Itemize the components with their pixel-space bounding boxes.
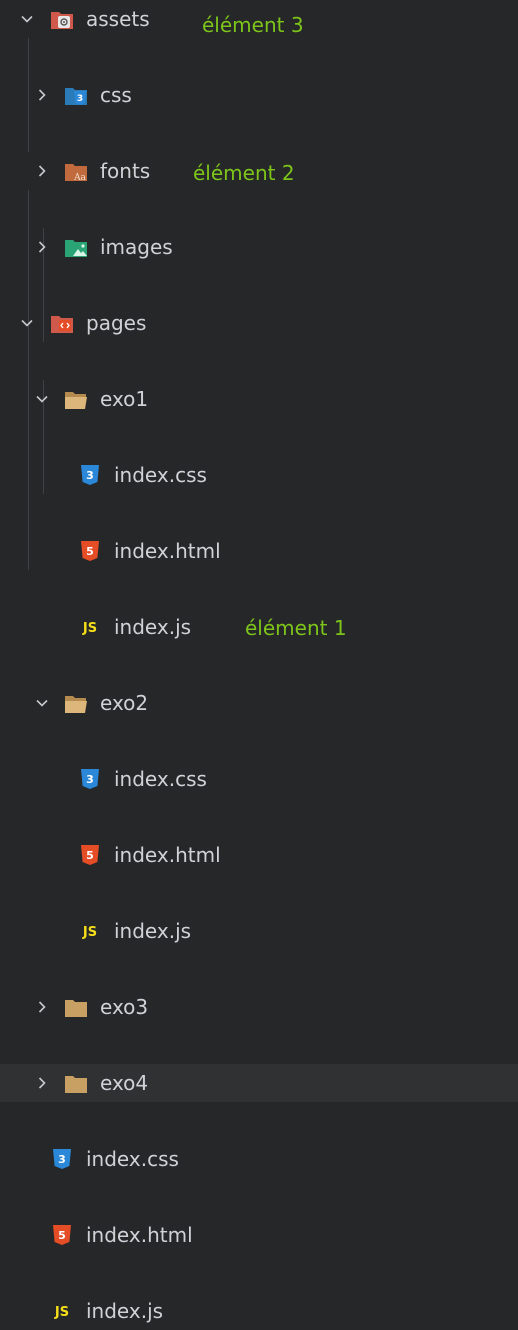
js-file-icon: JS xyxy=(50,1300,74,1322)
file-label: index.html xyxy=(114,843,221,867)
html-file-icon: 5 xyxy=(50,1224,74,1246)
chevron-right-icon[interactable] xyxy=(36,241,48,253)
chevron-right-icon[interactable] xyxy=(36,165,48,177)
file-explorer-tree: assets 3 css Aa fonts images pages exo1 … xyxy=(0,0,518,1323)
folder-row-exo3[interactable]: exo3 xyxy=(0,988,518,1026)
file-row-exo2-js[interactable]: JS index.js xyxy=(0,912,518,950)
folder-row-exo1[interactable]: exo1 xyxy=(0,380,518,418)
file-row-exo1-css[interactable]: 3 index.css xyxy=(0,456,518,494)
folder-label: css xyxy=(100,83,132,107)
css-file-icon: 3 xyxy=(50,1148,74,1170)
folder-row-images[interactable]: images xyxy=(0,228,518,266)
folder-icon xyxy=(64,1072,88,1094)
chevron-down-icon[interactable] xyxy=(36,697,48,709)
file-label: index.css xyxy=(114,463,207,487)
folder-open-icon xyxy=(64,388,88,410)
svg-text:JS: JS xyxy=(82,621,97,636)
folder-label: exo4 xyxy=(100,1071,149,1095)
chevron-right-icon[interactable] xyxy=(36,1001,48,1013)
svg-text:5: 5 xyxy=(58,1229,66,1242)
folder-label: fonts xyxy=(100,159,151,183)
file-row-exo2-html[interactable]: 5 index.html xyxy=(0,836,518,874)
folder-label: exo3 xyxy=(100,995,149,1019)
chevron-right-icon[interactable] xyxy=(36,89,48,101)
folder-row-exo2[interactable]: exo2 xyxy=(0,684,518,722)
svg-text:3: 3 xyxy=(86,469,94,482)
css-file-icon: 3 xyxy=(78,464,102,486)
folder-row-pages[interactable]: pages xyxy=(0,304,518,342)
file-row-exo1-html[interactable]: 5 index.html xyxy=(0,532,518,570)
file-label: index.js xyxy=(86,1299,164,1323)
svg-text:3: 3 xyxy=(77,94,83,104)
annotation-element-2: élément 2 xyxy=(193,161,295,185)
svg-text:5: 5 xyxy=(86,545,94,558)
chevron-down-icon[interactable] xyxy=(21,13,33,25)
svg-text:Aa: Aa xyxy=(73,173,86,182)
folder-icon xyxy=(64,996,88,1018)
file-row-root-html[interactable]: 5 index.html xyxy=(0,1216,518,1254)
file-label: index.html xyxy=(86,1223,193,1247)
chevron-down-icon[interactable] xyxy=(21,317,33,329)
chevron-down-icon[interactable] xyxy=(36,393,48,405)
fonts-folder-icon: Aa xyxy=(64,160,88,182)
folder-label: assets xyxy=(86,7,150,31)
folder-open-icon xyxy=(64,692,88,714)
folder-label: exo1 xyxy=(100,387,149,411)
svg-text:5: 5 xyxy=(86,849,94,862)
svg-text:JS: JS xyxy=(82,925,97,940)
pages-folder-icon xyxy=(50,312,74,334)
svg-text:3: 3 xyxy=(58,1153,66,1166)
file-row-root-css[interactable]: 3 index.css xyxy=(0,1140,518,1178)
js-file-icon: JS xyxy=(78,920,102,942)
folder-row-css[interactable]: 3 css xyxy=(0,76,518,114)
folder-label: images xyxy=(100,235,173,259)
file-label: index.css xyxy=(114,767,207,791)
js-file-icon: JS xyxy=(78,616,102,638)
folder-label: pages xyxy=(86,311,147,335)
assets-folder-icon xyxy=(50,8,74,30)
file-row-exo2-css[interactable]: 3 index.css xyxy=(0,760,518,798)
svg-text:JS: JS xyxy=(54,1305,69,1320)
file-label: index.js xyxy=(114,615,192,639)
annotation-element-1: élément 1 xyxy=(245,616,347,640)
html-file-icon: 5 xyxy=(78,844,102,866)
file-label: index.js xyxy=(114,919,192,943)
svg-text:3: 3 xyxy=(86,773,94,786)
file-row-root-js[interactable]: JS index.js xyxy=(0,1292,518,1330)
folder-row-exo4[interactable]: exo4 xyxy=(0,1064,518,1102)
annotation-element-3: élément 3 xyxy=(202,13,304,37)
folder-label: exo2 xyxy=(100,691,149,715)
images-folder-icon xyxy=(64,236,88,258)
css-folder-icon: 3 xyxy=(64,84,88,106)
file-label: index.html xyxy=(114,539,221,563)
html-file-icon: 5 xyxy=(78,540,102,562)
file-label: index.css xyxy=(86,1147,179,1171)
css-file-icon: 3 xyxy=(78,768,102,790)
chevron-right-icon[interactable] xyxy=(36,1077,48,1089)
